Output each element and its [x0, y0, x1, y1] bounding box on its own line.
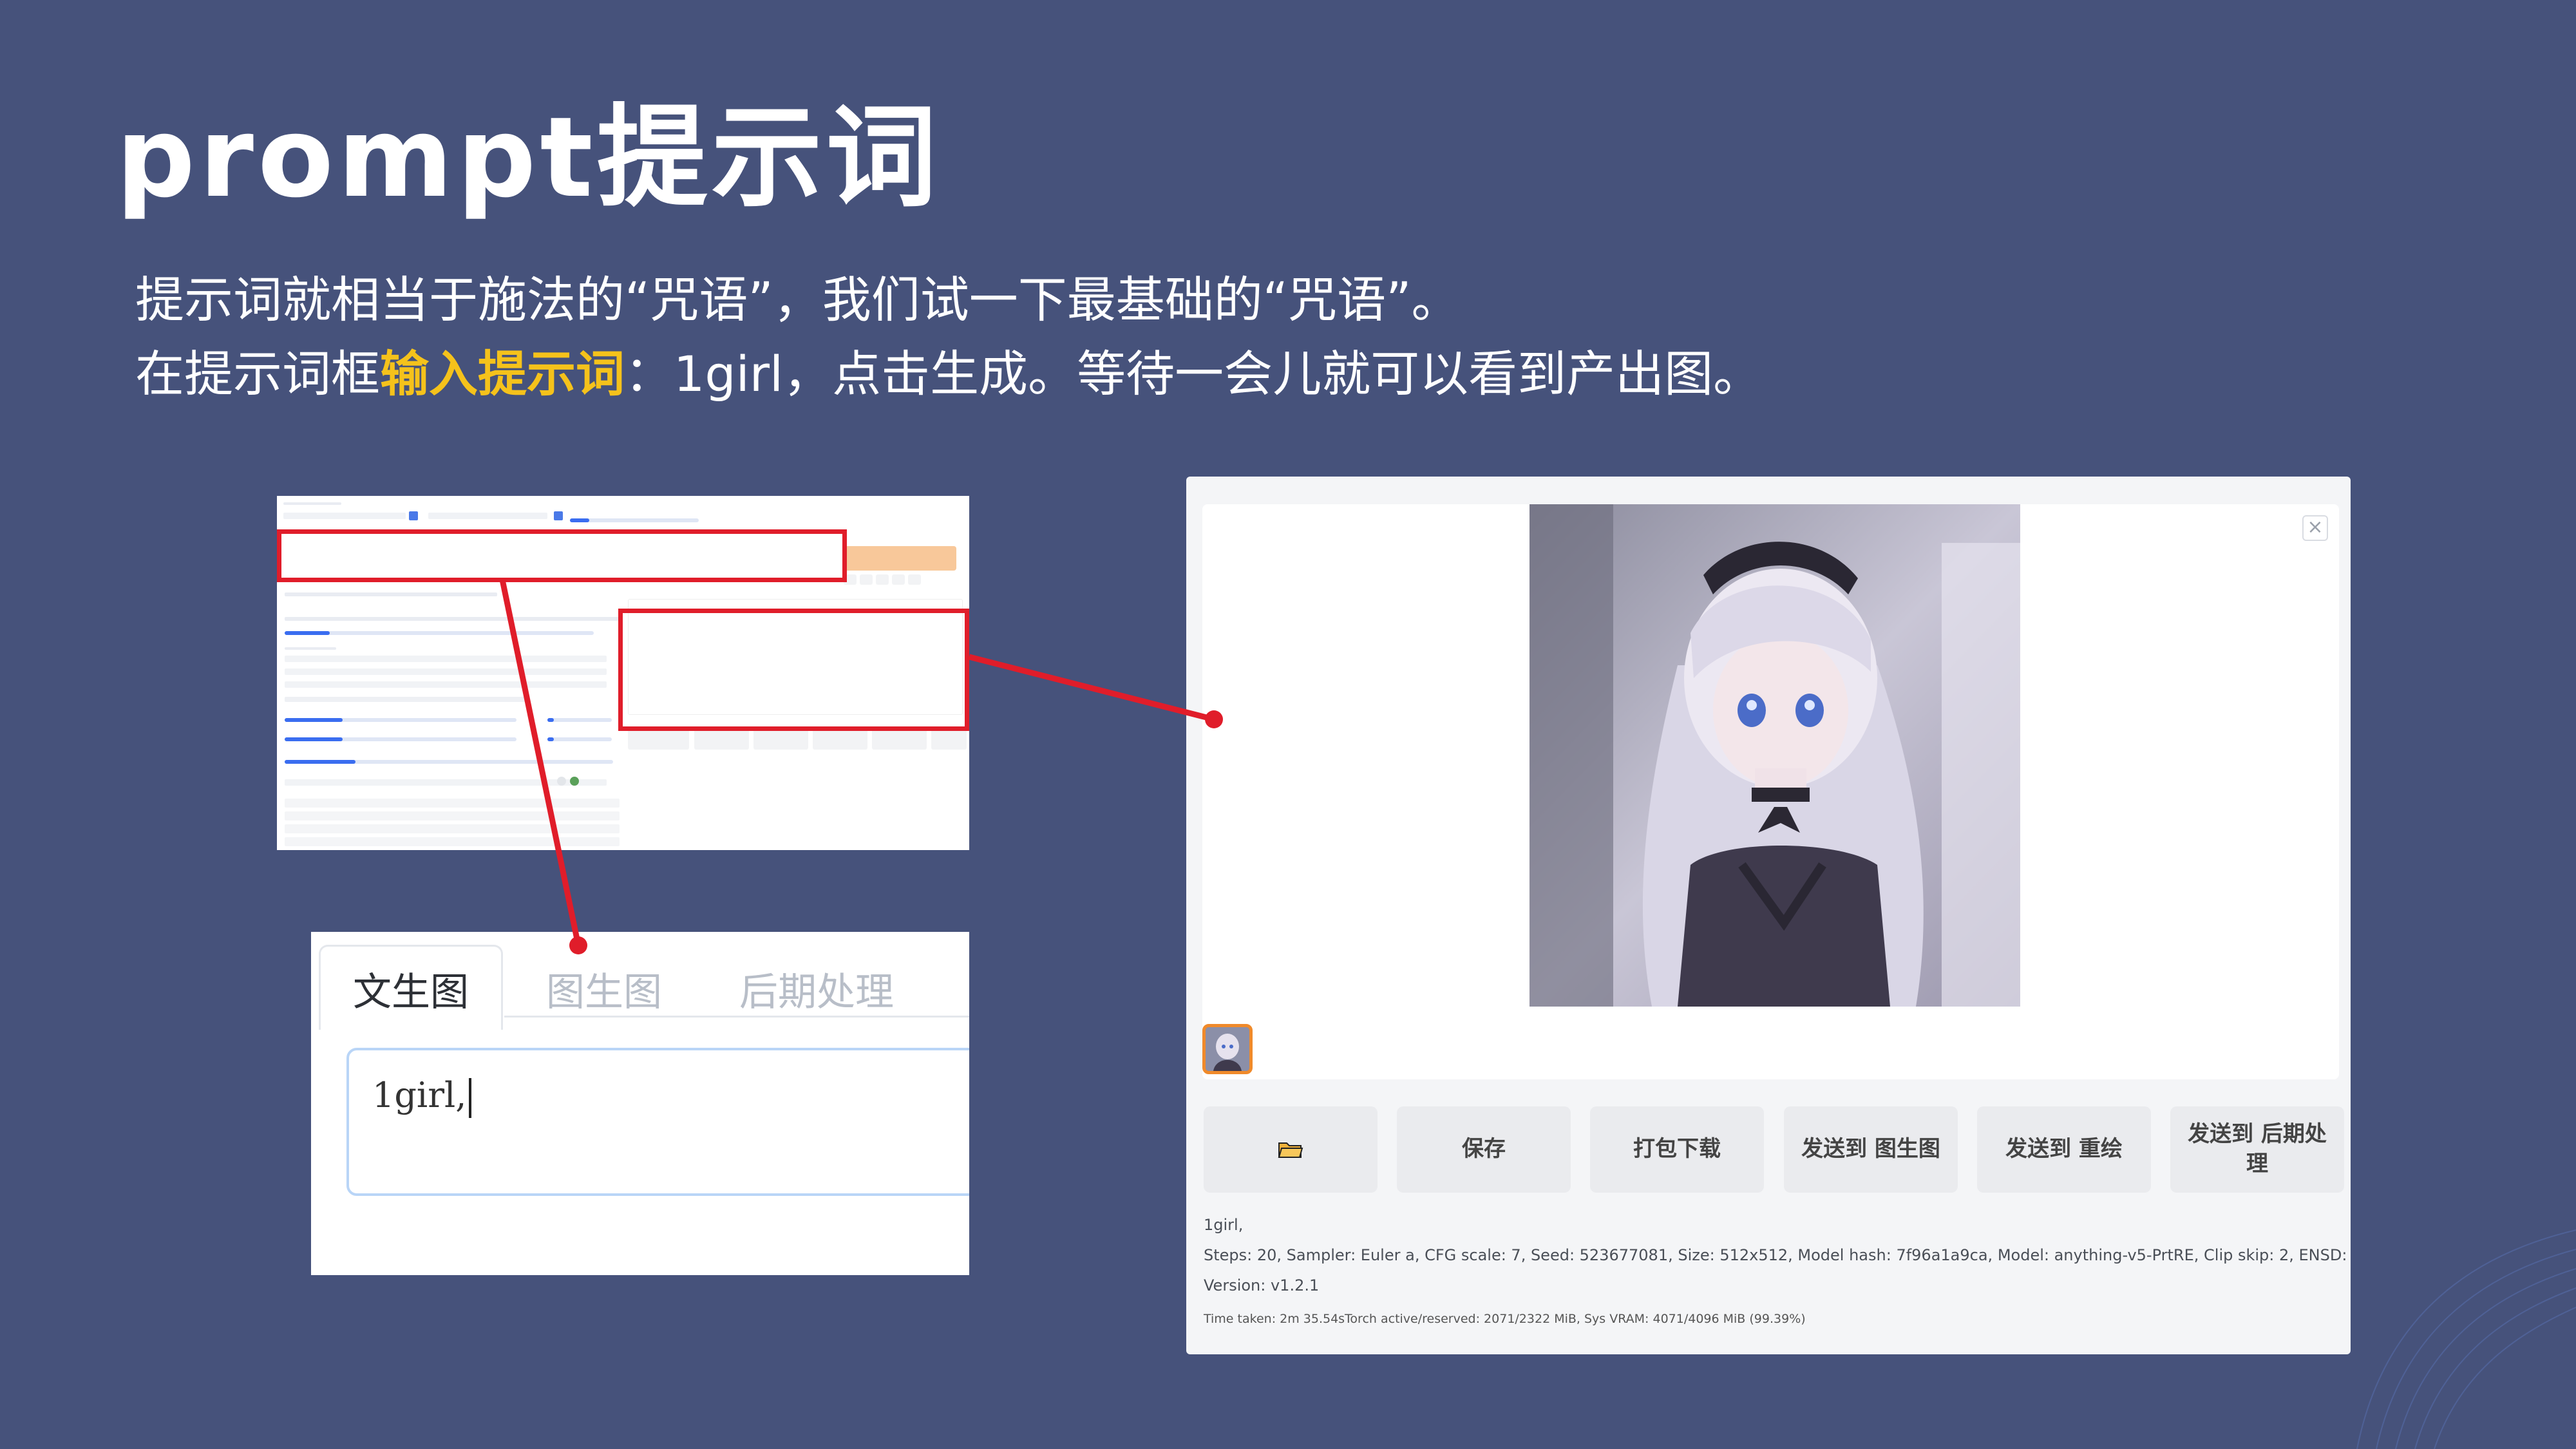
callout-connectors [499, 579, 1223, 954]
decorative-swirl [2356, 1229, 2576, 1449]
